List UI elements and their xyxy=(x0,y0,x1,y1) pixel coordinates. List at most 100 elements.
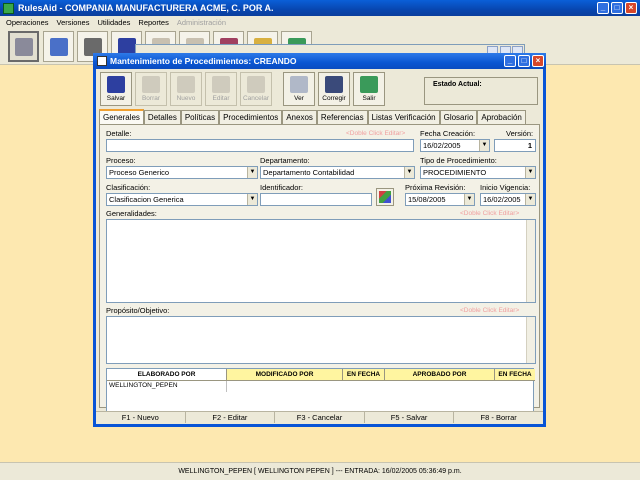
detalle-field[interactable] xyxy=(106,139,414,152)
f1-nuevo[interactable]: F1 - Nuevo xyxy=(96,411,186,423)
menu-bar: Operaciones Versiones Utilidades Reporte… xyxy=(0,16,640,29)
tab-aprobacion[interactable]: Aprobación xyxy=(477,110,526,124)
document-button[interactable] xyxy=(43,31,74,62)
menu-utilidades[interactable]: Utilidades xyxy=(97,18,130,27)
proxima-revision-field[interactable]: 15/08/2005 ▼ xyxy=(405,193,475,206)
lookup-button[interactable] xyxy=(376,188,394,206)
estado-actual-box: Estado Actual: xyxy=(424,77,538,105)
dialog-title-bar: Mantenimiento de Procedimientos: CREANDO… xyxy=(93,53,546,69)
generalidades-hint: <Doble Click Editar> xyxy=(460,210,520,217)
chevron-down-icon[interactable]: ▼ xyxy=(464,194,474,205)
dialog-minimize-button[interactable]: _ xyxy=(504,55,516,67)
chevron-down-icon[interactable]: ▼ xyxy=(247,167,257,178)
chevron-down-icon[interactable]: ▼ xyxy=(525,194,535,205)
generalidades-label: Generalidades: xyxy=(106,209,157,218)
status-bar: WELLINGTON_PEPEN [ WELLINGTON PEPEN ] --… xyxy=(0,462,640,480)
function-key-bar: F1 - Nuevo F2 - Editar F3 - Cancelar F5 … xyxy=(96,411,543,423)
procedures-button[interactable] xyxy=(8,31,39,62)
maximize-button[interactable]: □ xyxy=(611,2,623,14)
proposito-hint: <Doble Click Editar> xyxy=(460,307,520,314)
app-title: RulesAid - COMPANIA MANUFACTURERA ACME, … xyxy=(18,3,274,13)
departamento-label: Departamento: xyxy=(260,156,310,165)
fecha-creacion-label: Fecha Creación: xyxy=(420,129,476,138)
fecha-creacion-field[interactable]: 16/02/2005 ▼ xyxy=(420,139,490,152)
menu-reportes[interactable]: Reportes xyxy=(138,18,168,27)
delete-button[interactable]: Borrar xyxy=(135,72,167,106)
tab-procedimientos[interactable]: Procedimientos xyxy=(219,110,283,124)
version-field[interactable]: 1 xyxy=(494,139,536,152)
procedures-icon xyxy=(14,37,33,56)
menu-administracion: Administración xyxy=(176,18,227,27)
chevron-down-icon[interactable]: ▼ xyxy=(525,167,535,178)
exit-icon xyxy=(360,76,378,93)
view-icon xyxy=(290,76,308,93)
status-text: WELLINGTON_PEPEN [ WELLINGTON PEPEN ] --… xyxy=(178,468,462,475)
departamento-select[interactable]: Departamento Contabilidad ▼ xyxy=(260,166,415,179)
approval-grid: ELABORADO POR MODIFICADO POR EN FECHA AP… xyxy=(106,368,535,412)
f8-borrar[interactable]: F8 - Borrar xyxy=(454,411,543,423)
proceso-select[interactable]: Proceso Generico ▼ xyxy=(106,166,258,179)
vertical-scrollbar[interactable] xyxy=(526,220,535,302)
grid-header-aprobado: APROBADO POR xyxy=(385,369,495,381)
dialog-icon xyxy=(97,56,107,66)
minimize-button[interactable]: _ xyxy=(597,2,609,14)
view-button[interactable]: Ver xyxy=(283,72,315,106)
grid-header-elaborado: ELABORADO POR xyxy=(107,369,227,381)
generales-panel: Detalle: <Doble Click Editar> Fecha Crea… xyxy=(99,124,540,421)
proxima-revision-label: Próxima Revisión: xyxy=(405,183,466,192)
correct-icon xyxy=(325,76,343,93)
grid-cell-elaborado[interactable]: WELLINGTON_PEPEN xyxy=(107,381,227,392)
f3-cancelar[interactable]: F3 - Cancelar xyxy=(275,411,365,423)
tipo-procedimiento-select[interactable]: PROCEDIMIENTO ▼ xyxy=(420,166,536,179)
cube-icon xyxy=(379,191,391,203)
exit-dialog-button[interactable]: Salir xyxy=(353,72,385,106)
proposito-memo[interactable] xyxy=(106,316,536,364)
chevron-down-icon[interactable]: ▼ xyxy=(404,167,414,178)
app-icon xyxy=(3,2,14,14)
app-title-bar: RulesAid - COMPANIA MANUFACTURERA ACME, … xyxy=(0,0,640,16)
save-icon xyxy=(107,76,125,93)
menu-versiones[interactable]: Versiones xyxy=(57,18,90,27)
tipo-procedimiento-label: Tipo de Procedimiento: xyxy=(420,156,497,165)
identificador-field[interactable] xyxy=(260,193,372,206)
close-button[interactable]: × xyxy=(625,2,637,14)
new-button[interactable]: Nuevo xyxy=(170,72,202,106)
trash-icon xyxy=(142,76,160,93)
tab-glosario[interactable]: Glosario xyxy=(439,110,478,124)
tab-anexos[interactable]: Anexos xyxy=(282,110,317,124)
tab-referencias[interactable]: Referencias xyxy=(316,110,368,124)
menu-operaciones[interactable]: Operaciones xyxy=(6,18,49,27)
clasificacion-label: Clasificación: xyxy=(106,183,151,192)
save-button[interactable]: Salvar xyxy=(100,72,132,106)
chevron-down-icon[interactable]: ▼ xyxy=(479,140,489,151)
f5-salvar[interactable]: F5 - Salvar xyxy=(364,411,455,423)
procedure-dialog: Mantenimiento de Procedimientos: CREANDO… xyxy=(93,53,546,427)
edit-button[interactable]: Editar xyxy=(205,72,237,106)
new-icon xyxy=(177,76,195,93)
generalidades-memo[interactable] xyxy=(106,219,536,303)
tab-generales[interactable]: Generales xyxy=(99,109,144,124)
cancel-button[interactable]: Cancelar xyxy=(240,72,272,106)
grid-header-fecha-mod: EN FECHA xyxy=(343,369,385,381)
grid-header-fecha-apr: EN FECHA xyxy=(495,369,535,381)
inicio-vigencia-label: Inicio Vigencia: xyxy=(480,183,531,192)
tab-politicas[interactable]: Políticas xyxy=(180,110,220,124)
cancel-icon xyxy=(247,76,265,93)
detalle-hint: <Doble Click Editar> xyxy=(346,130,406,137)
f2-editar[interactable]: F2 - Editar xyxy=(185,411,276,423)
inicio-vigencia-field[interactable]: 16/02/2005 ▼ xyxy=(480,193,536,206)
proposito-label: Propósito/Objetivo: xyxy=(106,306,170,315)
correct-button[interactable]: Corregir xyxy=(318,72,350,106)
tab-bar: Generales Detalles Políticas Procedimien… xyxy=(99,109,526,124)
dialog-close-button[interactable]: × xyxy=(532,55,544,67)
tab-detalles[interactable]: Detalles xyxy=(143,110,181,124)
dialog-maximize-button[interactable]: □ xyxy=(518,55,530,67)
grid-cell-modificado[interactable] xyxy=(227,381,343,392)
estado-actual-label: Estado Actual: xyxy=(433,81,482,88)
grid-header-modificado: MODIFICADO POR xyxy=(227,369,343,381)
clasificacion-select[interactable]: Clasificacion Generica ▼ xyxy=(106,193,258,206)
chevron-down-icon[interactable]: ▼ xyxy=(247,194,257,205)
tab-listas-verificacion[interactable]: Listas Verificación xyxy=(367,110,440,124)
vertical-scrollbar[interactable] xyxy=(526,317,535,363)
dialog-title: Mantenimiento de Procedimientos: CREANDO xyxy=(110,56,297,66)
